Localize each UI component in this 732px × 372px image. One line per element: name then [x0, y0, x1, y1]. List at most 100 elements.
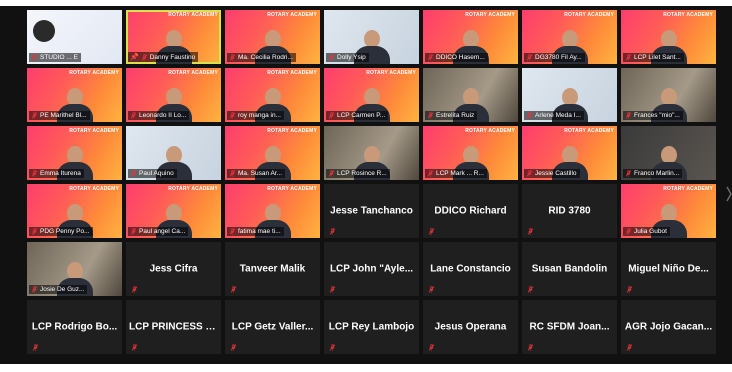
participant-tile[interactable]: LCP Rey Lambojo [324, 300, 419, 354]
microphone-muted-icon [329, 344, 336, 351]
participant-tile[interactable]: ROTARY ACADEMY PDG Penny Po... [27, 184, 122, 238]
participant-tile[interactable]: DDICO Richard [423, 184, 518, 238]
participant-name: STUDIO ... E [40, 54, 78, 61]
rotary-academy-banner: ROTARY ACADEMY [168, 12, 218, 18]
participant-name: LCP Getz Valler... [231, 321, 314, 333]
microphone-muted-icon [526, 112, 533, 119]
participant-tile[interactable]: ROTARY ACADEMY LCP Lilet Sant... [621, 10, 716, 64]
participant-tile[interactable]: ROTARY ACADEMY Julia Gubot [621, 184, 716, 238]
microphone-muted-icon [31, 286, 38, 293]
participant-name: PE Marithel Bl... [40, 112, 87, 119]
rotary-academy-banner: ROTARY ACADEMY [267, 128, 317, 134]
participant-name: Tanveer Malik [239, 263, 306, 275]
participant-tile[interactable]: ROTARY ACADEMY DDICO Hasem... [423, 10, 518, 64]
rotary-academy-banner: ROTARY ACADEMY [267, 12, 317, 18]
participant-tile[interactable]: LCP Rosince R... [324, 126, 419, 180]
rotary-academy-banner: ROTARY ACADEMY [168, 70, 218, 76]
participant-tile[interactable]: Jesus Operana [423, 300, 518, 354]
participant-tile[interactable]: AGR Jojo Gacan... [621, 300, 716, 354]
participant-name: Ma. Cecilia Rodri... [238, 54, 293, 61]
participant-tile[interactable]: Paul Aquino [126, 126, 221, 180]
microphone-muted-icon [625, 112, 632, 119]
participant-name: AGR Jojo Gacan... [624, 321, 713, 333]
participant-tile[interactable]: ROTARY ACADEMY LCP Carmen P... [324, 68, 419, 122]
participant-tile[interactable]: Susan Bandolin [522, 242, 617, 296]
participant-name: Frances "mio"... [634, 112, 680, 119]
participant-name: Jesus Operana [434, 321, 507, 333]
participant-tile[interactable]: LCP Rodrigo Bo... [27, 300, 122, 354]
participant-nametag: Leonardo II Lo... [128, 111, 190, 120]
participant-tile[interactable]: STUDIO ... E [27, 10, 122, 64]
microphone-muted-icon [625, 54, 632, 61]
participant-tile[interactable]: Tanveer Malik [225, 242, 320, 296]
participant-tile[interactable]: ROTARY ACADEMY Jessie Castillo [522, 126, 617, 180]
participant-name: LCP Carmen P... [337, 112, 386, 119]
participant-tile[interactable]: RC SFDM Joan... [522, 300, 617, 354]
participant-nametag: 📌 Danny Faustino [128, 52, 199, 62]
participant-tile[interactable]: Dolly Ysip [324, 10, 419, 64]
participant-nametag: Frances "mio"... [623, 111, 683, 120]
microphone-muted-icon [130, 170, 137, 177]
microphone-muted-icon [427, 170, 434, 177]
participant-tile[interactable]: ROTARY ACADEMY Ma. Cecilia Rodri... [225, 10, 320, 64]
participant-tile[interactable]: ROTARY ACADEMY Emma Iturena [27, 126, 122, 180]
participant-tile[interactable]: Frances "mio"... [621, 68, 716, 122]
participant-name: Paul angel Ca... [139, 228, 186, 235]
participant-nametag: Dolly Ysip [326, 53, 369, 62]
participant-tile[interactable]: ROTARY ACADEMY PE Marithel Bl... [27, 68, 122, 122]
microphone-muted-icon [230, 344, 237, 351]
participant-tile[interactable]: Josie De Guz... [27, 242, 122, 296]
rotary-academy-banner: ROTARY ACADEMY [168, 186, 218, 192]
participant-tile[interactable]: Arlene Meda I... [522, 68, 617, 122]
microphone-muted-icon [427, 54, 434, 61]
microphone-muted-icon [141, 53, 148, 61]
participant-nametag: LCP Mark ... R... [425, 169, 487, 178]
microphone-muted-icon [527, 344, 534, 351]
participant-name: Jessie Castillo [535, 170, 577, 177]
participant-name: LCP Rodrigo Bo... [31, 321, 118, 333]
participant-tile[interactable]: Lane Constancio [423, 242, 518, 296]
participant-tile[interactable]: ROTARY ACADEMY LCP Mark ... R... [423, 126, 518, 180]
microphone-muted-icon [329, 286, 336, 293]
rotary-academy-banner: ROTARY ACADEMY [69, 128, 119, 134]
next-page-chevron-right-icon[interactable] [726, 184, 732, 204]
participant-tile[interactable]: Franco Marlin... [621, 126, 716, 180]
presenter-photo [33, 20, 55, 42]
rotary-academy-banner: ROTARY ACADEMY [663, 12, 713, 18]
microphone-muted-icon [625, 170, 632, 177]
participant-name: LCP PRINCESS F... [129, 321, 219, 333]
microphone-muted-icon [427, 112, 434, 119]
participant-name: RC SFDM Joan... [529, 321, 610, 333]
participant-tile[interactable]: LCP Getz Valler... [225, 300, 320, 354]
participant-tile[interactable]: Jesse Tanchanco [324, 184, 419, 238]
participant-tile[interactable]: ROTARY ACADEMY roy manga in... [225, 68, 320, 122]
participant-tile[interactable]: ROTARY ACADEMY Ma. Susan Ar... [225, 126, 320, 180]
participant-tile[interactable]: RID 3780 [522, 184, 617, 238]
participant-name: LCP Rey Lambojo [328, 321, 415, 333]
participant-tile[interactable]: ROTARY ACADEMY fatima mae ti... [225, 184, 320, 238]
participant-tile[interactable]: LCP PRINCESS F... [126, 300, 221, 354]
participant-tile[interactable]: ROTARY ACADEMY Paul angel Ca... [126, 184, 221, 238]
rotary-academy-banner: ROTARY ACADEMY [564, 12, 614, 18]
participant-name: fatima mae ti... [238, 228, 281, 235]
participant-tile[interactable]: ROTARY ACADEMY DG3780 Fil Ay... [522, 10, 617, 64]
participant-name: PDG Penny Po... [40, 228, 90, 235]
participant-name: LCP John "Ayle... [329, 263, 414, 275]
microphone-muted-icon [328, 112, 335, 119]
microphone-muted-icon [230, 286, 237, 293]
participant-nametag: Josie De Guz... [29, 285, 88, 294]
participant-tile[interactable]: Jess Cifra [126, 242, 221, 296]
participant-nametag: Ma. Susan Ar... [227, 169, 286, 178]
participant-name: Miguel Niño De... [628, 263, 709, 275]
participant-tile[interactable]: Estrelita Ruiz [423, 68, 518, 122]
microphone-muted-icon [428, 228, 435, 235]
participant-name: LCP Mark ... R... [436, 170, 484, 177]
participant-tile[interactable]: Miguel Niño De... [621, 242, 716, 296]
participant-nametag: fatima mae ti... [227, 227, 284, 236]
participant-tile[interactable]: LCP John "Ayle... [324, 242, 419, 296]
microphone-muted-icon [31, 54, 38, 61]
participant-tile[interactable]: ROTARY ACADEMY 📌 Danny Faustino [126, 10, 221, 64]
microphone-muted-icon [626, 286, 633, 293]
participant-name: Arlene Meda I... [535, 112, 581, 119]
participant-tile[interactable]: ROTARY ACADEMY Leonardo II Lo... [126, 68, 221, 122]
